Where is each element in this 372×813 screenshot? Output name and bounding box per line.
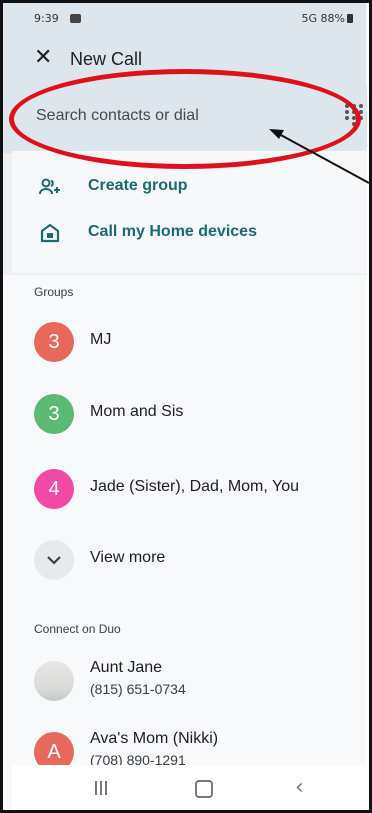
create-group-button[interactable]: Create group (12, 163, 367, 211)
contact-phone: (815) 651-0734 (90, 681, 186, 697)
search-input[interactable] (34, 101, 328, 131)
duo-heading: Connect on Duo (34, 622, 121, 636)
contact-name: Ava's Mom (Nikki) (90, 730, 219, 747)
chevron-down-icon (34, 540, 74, 580)
dialpad-icon[interactable] (345, 104, 365, 128)
contact-row-aunt-jane[interactable]: Aunt Jane (815) 651-0734 (12, 651, 367, 709)
home-device-icon (40, 223, 60, 243)
create-group-label: Create group (88, 177, 188, 194)
back-icon[interactable]: ‹ (295, 775, 304, 800)
group-row-jade-family[interactable]: 4 Jade (Sister), Dad, Mom, You (12, 459, 367, 517)
add-group-icon (39, 178, 60, 195)
status-indicators: 5G 88% (302, 12, 353, 25)
status-time: 9:39 (34, 12, 59, 25)
group-row-mom-and-sis[interactable]: 3 Mom and Sis (12, 384, 367, 442)
phone-screen: 9:39 5G 88% ✕ New Call Search contacts o… (12, 3, 367, 810)
groups-heading: Groups (34, 285, 74, 299)
screenshot-frame: 9:39 5G 88% ✕ New Call Search contacts o… (0, 0, 372, 813)
view-more-button[interactable]: View more (12, 530, 367, 588)
status-bar: 9:39 5G 88% (12, 3, 367, 35)
group-name: Mom and Sis (90, 403, 184, 420)
group-name: MJ (90, 331, 112, 348)
system-nav-bar: ‹ (12, 765, 367, 810)
app-bar: ✕ New Call (12, 35, 367, 85)
group-avatar: 4 (34, 469, 74, 509)
notification-icon (70, 14, 81, 23)
group-row-mj[interactable]: 3 MJ (12, 312, 367, 370)
call-home-devices-button[interactable]: Call my Home devices (12, 209, 367, 257)
battery-icon (347, 14, 353, 23)
close-icon[interactable]: ✕ (34, 47, 54, 69)
call-home-devices-label: Call my Home devices (88, 223, 257, 240)
contact-photo (34, 661, 74, 701)
recent-apps-icon[interactable] (95, 781, 107, 795)
group-avatar: 3 (34, 322, 74, 362)
group-avatar: 3 (34, 394, 74, 434)
page-title: New Call (70, 49, 143, 69)
view-more-label: View more (90, 549, 166, 566)
network-battery-text: 5G 88% (301, 12, 345, 25)
quick-actions-panel: Create group Call my Home devices (12, 151, 367, 273)
search-bar (12, 85, 367, 147)
contact-name: Aunt Jane (90, 659, 163, 676)
home-icon[interactable] (195, 780, 213, 798)
group-name: Jade (Sister), Dad, Mom, You (90, 478, 299, 495)
